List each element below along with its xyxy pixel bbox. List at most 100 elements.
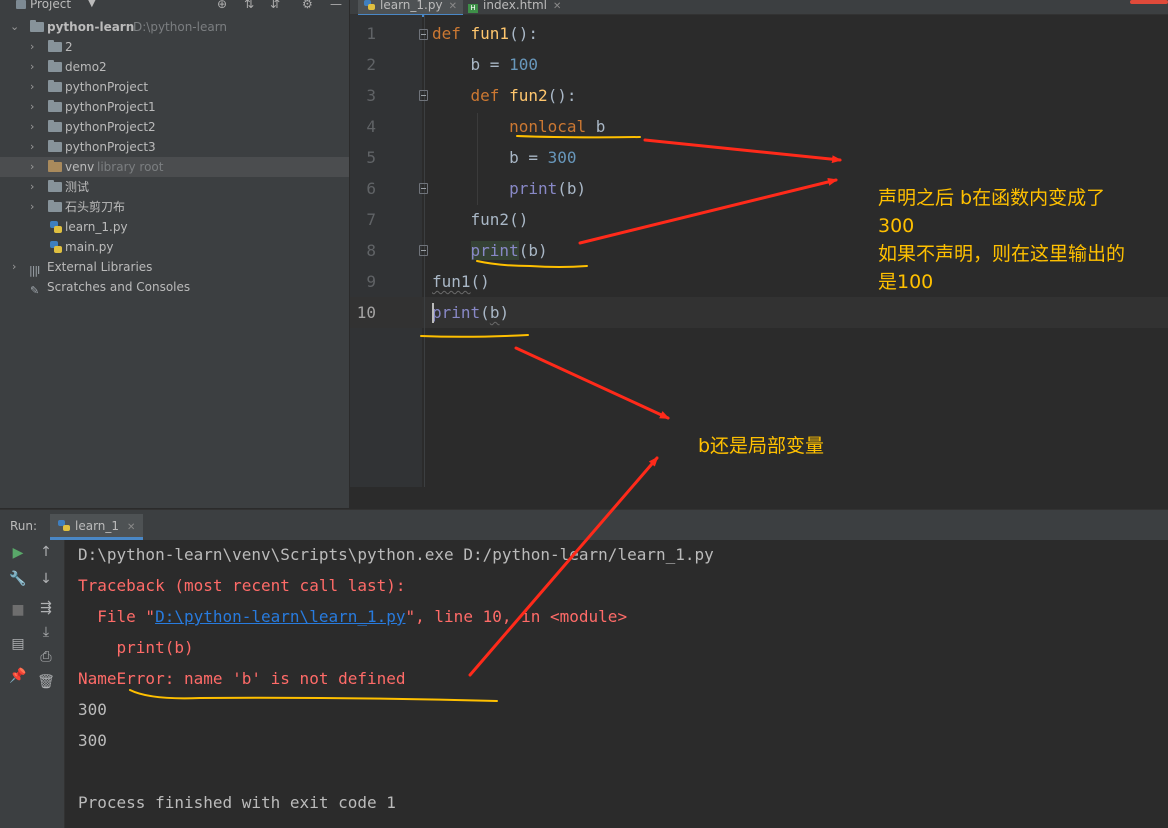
tree-item-test[interactable]: › 测试 [0, 177, 349, 197]
tree-item-python-learn[interactable]: ⌄ python-learn D:\python-learn [0, 17, 349, 37]
scroll-to-end-icon[interactable]: ⤓ [36, 624, 56, 640]
console-line: 300 [78, 731, 107, 750]
chevron-right-icon[interactable]: › [12, 257, 16, 277]
run-tab-learn-1[interactable]: learn_1 ✕ [50, 514, 144, 540]
trash-icon[interactable]: 🗑 [36, 674, 56, 690]
close-icon[interactable]: ✕ [127, 522, 135, 533]
chevron-right-icon[interactable]: › [30, 117, 34, 137]
annotation-text: 如果不声明，则在这里输出的 [878, 243, 1126, 265]
tab-index-html[interactable]: Hindex.html ✕ [462, 0, 567, 14]
chevron-right-icon[interactable]: › [30, 137, 34, 157]
tree-item-label: 石头剪刀布 [65, 200, 126, 214]
tab-label: learn_1.py [380, 0, 443, 12]
folder-icon [48, 120, 62, 132]
fold-marker-icon[interactable] [419, 183, 428, 194]
tree-item-2[interactable]: › 2 [0, 37, 349, 57]
soft-wrap-icon[interactable]: ⇶ [36, 600, 56, 616]
wrench-icon[interactable]: 🔧 [8, 571, 28, 587]
file-link[interactable]: D:\python-learn\learn_1.py [155, 607, 405, 626]
python-file-icon [50, 221, 62, 233]
fold-marker-icon[interactable] [419, 29, 428, 40]
chevron-right-icon[interactable]: › [30, 37, 34, 57]
project-view-title[interactable]: Project [30, 0, 71, 11]
chevron-right-icon[interactable]: › [30, 57, 34, 77]
code-line-5: b = 300 [432, 148, 577, 167]
arrow-up-icon[interactable]: ↑ [36, 544, 56, 560]
annotation-text: b还是局部变量 [698, 435, 825, 457]
pin-icon[interactable]: 📌 [8, 668, 28, 684]
tree-item-label: 2 [65, 40, 73, 54]
tree-item-label: main.py [65, 240, 114, 254]
collapse-all-icon[interactable]: ⇵ [270, 0, 280, 11]
chevron-right-icon[interactable]: › [30, 97, 34, 117]
tree-item-external-libraries[interactable]: › |||l External Libraries [0, 257, 349, 277]
layout-icon[interactable]: ▤ [8, 636, 28, 652]
locate-icon[interactable]: ⊕ [217, 0, 227, 11]
tree-item-pythonproject3[interactable]: › pythonProject3 [0, 137, 349, 157]
line-number: 6 [366, 179, 376, 198]
tree-item-demo2[interactable]: › demo2 [0, 57, 349, 77]
python-icon [58, 520, 70, 531]
print-icon[interactable]: ⎙ [36, 649, 56, 665]
chevron-right-icon[interactable]: › [30, 197, 34, 217]
folder-icon [48, 140, 62, 152]
tab-label: index.html [483, 0, 547, 12]
expand-all-icon[interactable]: ⇅ [244, 0, 254, 11]
tree-item-label: pythonProject3 [65, 140, 156, 154]
chevron-right-icon[interactable]: › [30, 77, 34, 97]
tree-item-pythonproject2[interactable]: › pythonProject2 [0, 117, 349, 137]
project-view-icon [16, 0, 26, 9]
line-number: 1 [366, 24, 376, 43]
fold-marker-icon[interactable] [419, 90, 428, 101]
tree-item-label: demo2 [65, 60, 107, 74]
chevron-down-icon[interactable]: ⌄ [10, 17, 19, 37]
tree-item-pythonproject[interactable]: › pythonProject [0, 77, 349, 97]
text-cursor [432, 303, 434, 323]
html-file-icon: H [468, 4, 478, 13]
chevron-right-icon[interactable]: › [30, 157, 34, 177]
line-number: 2 [366, 55, 376, 74]
code-line-7: fun2() [432, 210, 529, 229]
folder-icon [48, 200, 62, 212]
tree-item-learn-1-py[interactable]: learn_1.py [0, 217, 349, 237]
rerun-icon[interactable]: ▶ [8, 545, 28, 561]
editor-tab-bar: learn_1.py ✕ Hindex.html ✕ [350, 0, 1168, 17]
folder-icon [48, 100, 62, 112]
line-number: 4 [366, 117, 376, 136]
close-icon[interactable]: ✕ [449, 1, 457, 12]
tree-item-label: pythonProject2 [65, 120, 156, 134]
tree-item-venv[interactable]: › venv library root [0, 157, 349, 177]
code-line-8: print(b) [470, 241, 548, 260]
console-line: 300 [78, 700, 107, 719]
tree-item-label: learn_1.py [65, 220, 128, 234]
python-file-icon [50, 241, 62, 253]
run-tab-label: learn_1 [75, 519, 120, 533]
stop-icon[interactable]: ■ [8, 602, 28, 618]
library-folder-icon [48, 160, 62, 172]
run-label: Run: [10, 519, 38, 533]
folder-icon [48, 40, 62, 52]
console-line-error: Traceback (most recent call last): [78, 576, 406, 595]
fold-marker-icon[interactable] [419, 245, 428, 256]
chevron-right-icon[interactable]: › [30, 177, 34, 197]
tree-item-scratches[interactable]: ✎ Scratches and Consoles [0, 277, 349, 297]
annotation-text: 是100 [878, 271, 934, 293]
python-file-icon [364, 0, 375, 10]
code-line-1: def fun1(): [432, 24, 538, 43]
hide-icon[interactable]: — [330, 0, 342, 11]
tree-item-main-py[interactable]: main.py [0, 237, 349, 257]
tree-item-label: venv [65, 160, 95, 174]
tree-item-rock-paper-scissors[interactable]: › 石头剪刀布 [0, 197, 349, 217]
gear-icon[interactable]: ⚙ [302, 0, 313, 11]
annotation-text: 声明之后 b在函数内变成了 [878, 187, 1106, 209]
line-number: 9 [366, 272, 376, 291]
console-line-error: NameError: name 'b' is not defined [78, 669, 406, 688]
chevron-down-icon[interactable]: ▼ [88, 0, 96, 9]
close-icon[interactable]: ✕ [553, 1, 561, 12]
console-line-error: File "D:\python-learn\learn_1.py", line … [78, 606, 627, 628]
code-line-2: b = 100 [432, 55, 538, 74]
tree-item-label: 测试 [65, 180, 90, 194]
arrow-down-icon[interactable]: ↓ [36, 571, 56, 587]
tree-item-pythonproject1[interactable]: › pythonProject1 [0, 97, 349, 117]
line-number: 5 [366, 148, 376, 167]
